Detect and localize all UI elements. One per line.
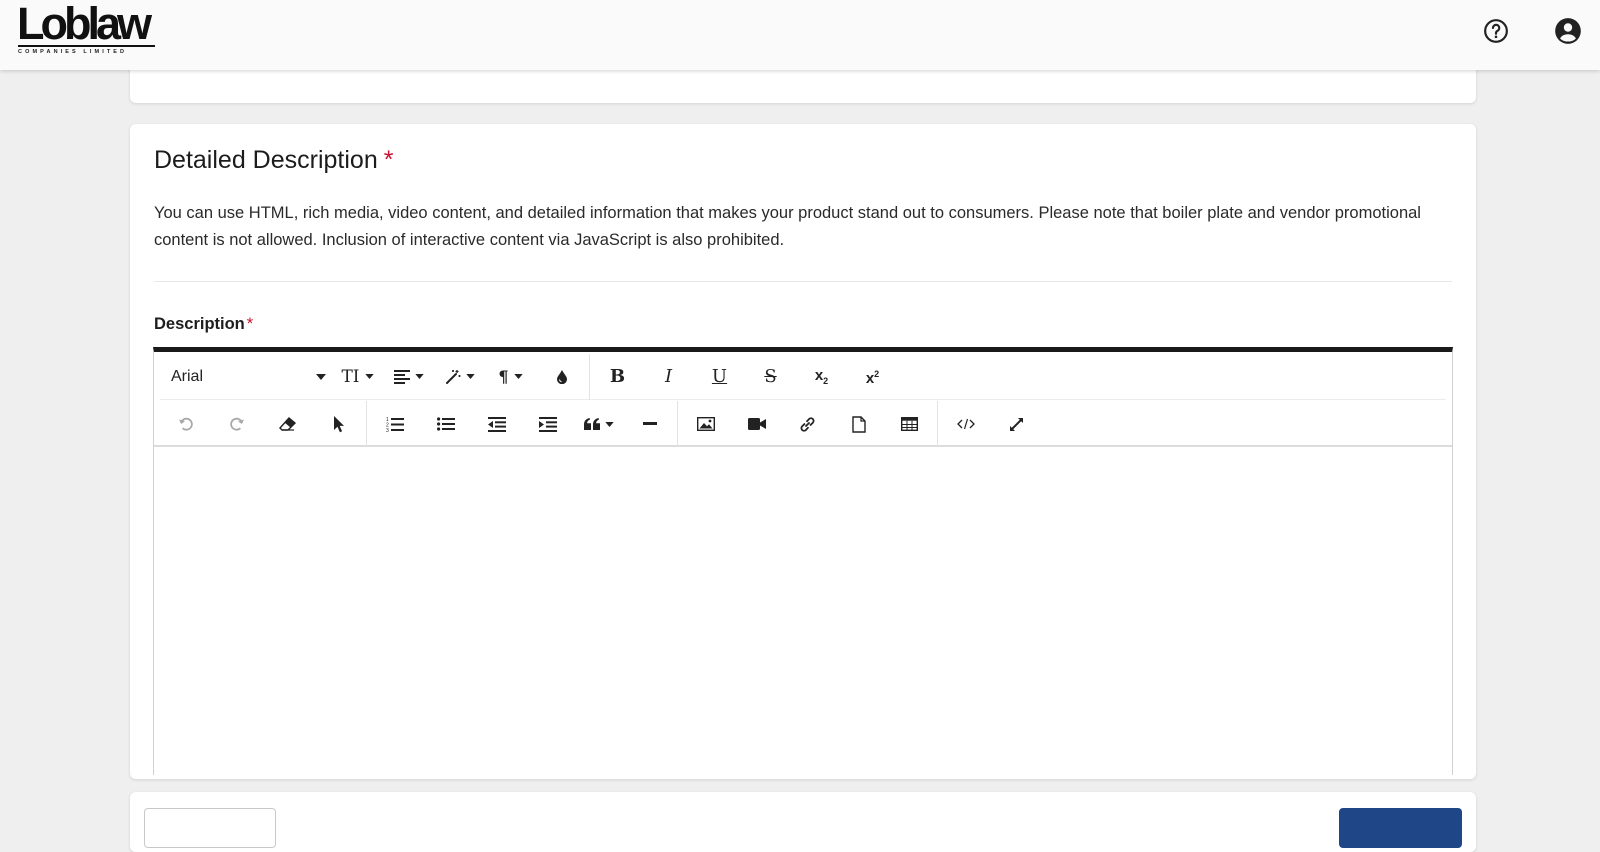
bold-button[interactable]: B	[592, 358, 643, 396]
superscript-mark: 2	[874, 369, 880, 379]
outdent-icon	[487, 416, 506, 432]
editor-toolbar: Arial TI ¶ B I U S x2 x2 1 2 3	[154, 352, 1452, 447]
paragraph-button[interactable]: ¶	[485, 358, 536, 396]
unordered-list-icon	[436, 417, 455, 431]
redo-button[interactable]	[211, 405, 262, 443]
description-label-text: Description	[154, 315, 245, 333]
file-icon	[851, 415, 866, 433]
undo-icon	[178, 417, 193, 431]
toolbar-row-formatting: Arial TI ¶ B I U S x2 x2	[160, 353, 1446, 400]
font-family-dropdown[interactable]: Arial	[160, 358, 332, 396]
logo-subtext: COMPANIES LIMITED	[18, 49, 128, 55]
toolbar-separator	[937, 401, 938, 447]
insert-table-button[interactable]	[884, 405, 935, 443]
font-size-button[interactable]: TI	[332, 358, 383, 396]
video-icon	[747, 418, 766, 430]
subscript-icon: x2	[815, 367, 828, 387]
italic-button[interactable]: I	[643, 358, 694, 396]
toolbar-row-insert: 1 2 3	[160, 401, 1446, 447]
subscript-mark: 2	[823, 375, 829, 386]
insert-image-button[interactable]	[680, 405, 731, 443]
code-view-icon	[956, 418, 975, 430]
underline-icon: U	[711, 366, 728, 387]
chevron-down-icon	[364, 374, 374, 379]
unordered-list-button[interactable]	[420, 405, 471, 443]
strikethrough-icon: S	[764, 366, 777, 387]
magic-wand-icon	[445, 369, 460, 384]
fullscreen-icon	[1010, 417, 1023, 431]
eraser-icon	[278, 417, 296, 431]
align-button[interactable]	[383, 358, 434, 396]
underline-button[interactable]: U	[694, 358, 745, 396]
quote-button[interactable]	[573, 405, 624, 443]
svg-text:3: 3	[386, 428, 389, 432]
subscript-button[interactable]: x2	[796, 358, 847, 396]
required-marker: *	[246, 315, 254, 333]
help-circle-icon[interactable]	[1482, 17, 1510, 45]
toolbar-separator	[677, 401, 678, 447]
chevron-down-icon	[414, 374, 424, 379]
superscript-icon: x2	[866, 366, 879, 387]
toolbar-separator	[366, 401, 367, 447]
fullscreen-button[interactable]	[991, 405, 1042, 443]
text-color-button[interactable]	[536, 358, 587, 396]
outdent-button[interactable]	[471, 405, 522, 443]
toolbar-separator	[589, 353, 590, 400]
chevron-down-icon	[513, 374, 523, 379]
text-color-icon	[556, 369, 567, 384]
image-icon	[696, 417, 715, 431]
select-cursor-icon	[333, 415, 344, 432]
superscript-base: x	[865, 370, 875, 387]
description-editor-content[interactable]	[154, 449, 1452, 775]
insert-file-button[interactable]	[833, 405, 884, 443]
link-icon	[800, 416, 815, 432]
chevron-down-icon	[604, 421, 614, 427]
top-bar: Loblaw COMPANIES LIMITED	[0, 0, 1600, 70]
ordered-list-icon: 1 2 3	[386, 417, 404, 432]
loblaw-logo[interactable]: Loblaw COMPANIES LIMITED	[17, 0, 157, 60]
section-title-text: Detailed Description	[154, 146, 378, 174]
rich-text-editor: Arial TI ¶ B I U S x2 x2 1 2 3	[153, 347, 1453, 775]
redo-icon	[229, 417, 244, 431]
remove-format-button[interactable]	[262, 405, 313, 443]
subscript-base: x	[814, 366, 824, 384]
detailed-description-card: Detailed Description * You can use HTML, …	[130, 124, 1476, 779]
primary-action-button[interactable]	[1339, 808, 1462, 848]
logo-rule	[18, 45, 155, 47]
align-left-icon	[393, 369, 410, 384]
code-view-button[interactable]	[940, 405, 991, 443]
required-marker: *	[383, 146, 394, 174]
chevron-down-icon	[465, 374, 475, 379]
style-button[interactable]	[434, 358, 485, 396]
font-family-value: Arial	[171, 367, 204, 385]
section-title: Detailed Description *	[154, 146, 393, 175]
superscript-button[interactable]: x2	[847, 358, 898, 396]
italic-icon: I	[664, 366, 673, 387]
horizontal-rule-button[interactable]	[624, 405, 675, 443]
insert-video-button[interactable]	[731, 405, 782, 443]
undo-button[interactable]	[160, 405, 211, 443]
font-size-icon: TI	[341, 366, 360, 387]
action-bar-card	[130, 792, 1476, 852]
quote-icon	[583, 418, 600, 430]
horizontal-rule-icon	[642, 422, 657, 425]
ordered-list-button[interactable]: 1 2 3	[369, 405, 420, 443]
table-icon	[901, 417, 918, 431]
select-button[interactable]	[313, 405, 364, 443]
section-divider	[154, 281, 1452, 282]
section-description: You can use HTML, rich media, video cont…	[154, 204, 1421, 249]
chevron-down-icon	[316, 373, 326, 380]
bold-icon: B	[609, 366, 626, 387]
account-circle-icon[interactable]	[1554, 17, 1582, 45]
indent-button[interactable]	[522, 405, 573, 443]
paragraph-icon: ¶	[498, 367, 509, 386]
strikethrough-button[interactable]: S	[745, 358, 796, 396]
insert-link-button[interactable]	[782, 405, 833, 443]
indent-icon	[538, 416, 557, 432]
description-label: Description *	[154, 315, 253, 334]
secondary-action-button[interactable]	[144, 808, 276, 848]
